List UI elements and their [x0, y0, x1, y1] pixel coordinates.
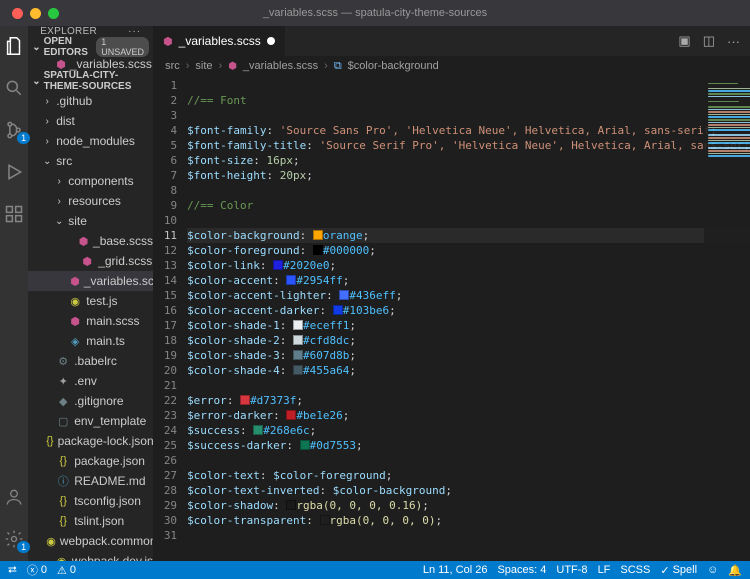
remote-button[interactable]: ⮂ — [8, 564, 17, 577]
file-test-js[interactable]: ◉test.js — [28, 291, 153, 311]
file-babelrc[interactable]: ⚙.babelrc — [28, 351, 153, 371]
editor-group: ⬢ _variables.scss ▣ ◫ ··· src› site› ⬢ _… — [153, 26, 750, 561]
window-controls[interactable] — [12, 8, 59, 19]
explorer-icon[interactable] — [2, 34, 26, 58]
chevron-down-icon: ⌄ — [32, 42, 40, 53]
minimap[interactable] — [704, 76, 750, 561]
close-window-icon[interactable] — [12, 8, 23, 19]
file-main-ts[interactable]: ◈main.ts — [28, 331, 153, 351]
eol-button[interactable]: LF — [598, 564, 611, 576]
feedback-icon[interactable]: ☺ — [707, 564, 718, 576]
spell-button[interactable]: ✓ Spell — [660, 564, 697, 577]
folder-src[interactable]: ⌄src — [28, 151, 153, 171]
split-editor-icon[interactable]: ◫ — [703, 33, 715, 49]
breadcrumb[interactable]: src› site› ⬢ _variables.scss› ⧉ $color-b… — [153, 56, 750, 76]
file-gitignore[interactable]: ◆.gitignore — [28, 391, 153, 411]
settings-icon[interactable]: 1 — [2, 527, 26, 551]
account-icon[interactable] — [2, 485, 26, 509]
warnings-button[interactable]: ⚠ 0 — [57, 564, 76, 577]
file-main-scss[interactable]: ⬢main.scss — [28, 311, 153, 331]
scm-badge: 1 — [17, 132, 30, 144]
folder-site[interactable]: ⌄site — [28, 211, 153, 231]
file-tsconfig[interactable]: {}tsconfig.json — [28, 491, 153, 511]
file-webpack-dev[interactable]: ◉webpack.dev.js — [28, 551, 153, 561]
file-tslint[interactable]: {}tslint.json — [28, 511, 153, 531]
code-editor[interactable]: 1234567891011121314151617181920212223242… — [153, 76, 750, 561]
activity-bar: 1 1 — [0, 26, 28, 561]
file-package-lock[interactable]: {}package-lock.json — [28, 431, 153, 451]
file-variables-scss[interactable]: ⬢_variables.scss — [28, 271, 153, 291]
folder-github[interactable]: ›.github — [28, 91, 153, 111]
compare-icon[interactable]: ▣ — [678, 33, 690, 49]
unsaved-badge: 1 UNSAVED — [96, 37, 149, 57]
notifications-icon[interactable]: 🔔 — [728, 564, 742, 577]
folder-dist[interactable]: ›dist — [28, 111, 153, 131]
scss-file-icon: ⬢ — [56, 58, 66, 71]
folder-resources[interactable]: ›resources — [28, 191, 153, 211]
language-button[interactable]: SCSS — [620, 564, 650, 576]
chevron-down-icon: ⌄ — [32, 76, 40, 87]
extensions-icon[interactable] — [2, 202, 26, 226]
scss-file-icon: ⬢ — [228, 61, 237, 72]
minimize-window-icon[interactable] — [30, 8, 41, 19]
errors-button[interactable]: ⓧ 0 — [27, 562, 47, 578]
indentation-button[interactable]: Spaces: 4 — [497, 564, 546, 576]
unsaved-dot-icon[interactable] — [267, 37, 275, 45]
window-title: _variables.scss — spatula-city-theme-sou… — [0, 7, 750, 19]
file-package-json[interactable]: {}package.json — [28, 451, 153, 471]
maximize-window-icon[interactable] — [48, 8, 59, 19]
search-icon[interactable] — [2, 76, 26, 100]
status-bar: ⮂ ⓧ 0 ⚠ 0 Ln 11, Col 26 Spaces: 4 UTF-8 … — [0, 561, 750, 579]
file-env-template[interactable]: ▢env_template — [28, 411, 153, 431]
tab-more-icon[interactable]: ··· — [727, 34, 740, 49]
variable-icon: ⧉ — [334, 60, 342, 73]
source-control-icon[interactable]: 1 — [2, 118, 26, 142]
file-readme[interactable]: ⓘREADME.md — [28, 471, 153, 491]
tab-variables-scss[interactable]: ⬢ _variables.scss — [153, 26, 286, 56]
line-gutter: 1234567891011121314151617181920212223242… — [153, 76, 187, 561]
file-webpack-common[interactable]: ◉webpack.common.js — [28, 531, 153, 551]
folder-node-modules[interactable]: ›node_modules — [28, 131, 153, 151]
workspace-section[interactable]: ⌄ SPATULA-CITY-THEME-SOURCES — [28, 71, 153, 91]
open-editors-section[interactable]: ⌄ OPEN EDITORS 1 UNSAVED — [28, 37, 153, 57]
open-editor-item[interactable]: ⬢ _variables.scss src/site — [28, 57, 153, 71]
file-grid-scss[interactable]: ⬢_grid.scss — [28, 251, 153, 271]
sidebar: EXPLORER ··· ⌄ OPEN EDITORS 1 UNSAVED ⬢ … — [28, 26, 153, 561]
folder-components[interactable]: ›components — [28, 171, 153, 191]
cursor-position[interactable]: Ln 11, Col 26 — [423, 564, 488, 576]
sidebar-more-icon[interactable]: ··· — [128, 26, 141, 37]
file-env[interactable]: ✦.env — [28, 371, 153, 391]
code-content[interactable]: //== Font$font-family: 'Source Sans Pro'… — [187, 76, 750, 561]
tab-bar: ⬢ _variables.scss ▣ ◫ ··· — [153, 26, 750, 56]
settings-badge: 1 — [17, 541, 30, 553]
titlebar: _variables.scss — spatula-city-theme-sou… — [0, 0, 750, 26]
file-base-scss[interactable]: ⬢_base.scss — [28, 231, 153, 251]
file-tree: ›.github ›dist ›node_modules ⌄src ›compo… — [28, 91, 153, 561]
scss-file-icon: ⬢ — [163, 35, 173, 48]
encoding-button[interactable]: UTF-8 — [556, 564, 587, 576]
debug-icon[interactable] — [2, 160, 26, 184]
